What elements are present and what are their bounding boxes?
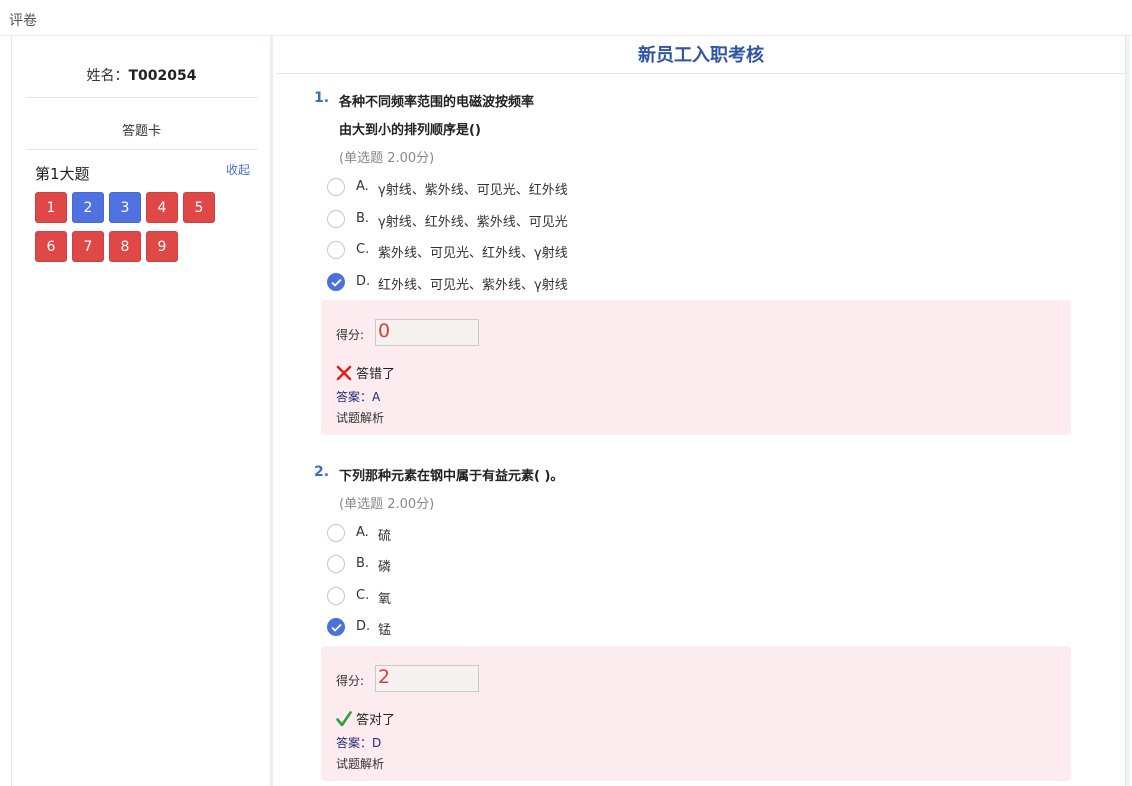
- divider: [26, 149, 258, 150]
- option-d[interactable]: D. 红外线、可见光、紫外线、γ射线: [327, 271, 727, 293]
- score-label: 得分:: [336, 674, 365, 688]
- answer-card-title: 答题卡: [121, 124, 161, 139]
- exam-main: 新员工入职考核 1. 各种不同频率范围的电磁波按频率 由大到小的排列顺序是() …: [276, 36, 1126, 786]
- option-text: 氧: [378, 592, 392, 607]
- status-text: 答错了: [356, 367, 396, 382]
- student-name: 姓名：T002054: [12, 65, 271, 85]
- result-status: 答错了: [336, 363, 395, 385]
- option-text: 磷: [378, 560, 392, 575]
- question-number-button[interactable]: 8: [109, 231, 141, 262]
- option-text: 红外线、可见光、紫外线、γ射线: [378, 278, 568, 293]
- answer-text: 答案：A: [336, 390, 381, 404]
- section-title: 第1大题: [35, 165, 90, 183]
- option-letter: B.: [356, 556, 370, 571]
- question-number-button[interactable]: 9: [146, 231, 178, 262]
- analysis-link[interactable]: 试题解析: [336, 409, 384, 426]
- option-d[interactable]: D. 锰: [327, 616, 627, 638]
- question-number-button[interactable]: 5: [183, 192, 215, 223]
- question-number-button[interactable]: 2: [72, 192, 104, 223]
- result-panel: 得分: 2 答对了 答案：D 试题解析: [321, 646, 1071, 781]
- radio-button[interactable]: [327, 241, 345, 259]
- question-text: 下列那种元素在钢中属于有益元素( )。: [339, 469, 564, 484]
- question-number-button[interactable]: 1: [35, 192, 67, 223]
- option-c[interactable]: C. 紫外线、可见光、红外线、γ射线: [327, 239, 727, 261]
- result-panel: 得分: 0 答错了 答案：A 试题解析: [321, 300, 1071, 435]
- score-input[interactable]: 0: [375, 319, 479, 346]
- radio-button[interactable]: [327, 587, 345, 605]
- option-letter: D.: [356, 274, 371, 289]
- question-number: 1.: [314, 90, 330, 106]
- score-value: 2: [378, 666, 391, 688]
- page-title: 评卷: [9, 13, 37, 29]
- collapse-link[interactable]: 收起: [226, 161, 250, 178]
- answer-text: 答案：D: [336, 736, 382, 750]
- question-text-line2: 由大到小的排列顺序是(): [339, 123, 481, 138]
- option-text: γ射线、红外线、紫外线、可见光: [378, 215, 568, 230]
- score-label: 得分:: [336, 328, 365, 342]
- option-letter: D.: [356, 619, 371, 634]
- analysis-link[interactable]: 试题解析: [336, 755, 384, 772]
- question-text: 各种不同频率范围的电磁波按频率: [339, 95, 535, 110]
- top-bar: 评卷: [0, 0, 1132, 36]
- wrong-x-icon: [336, 365, 352, 385]
- status-text: 答对了: [356, 713, 396, 728]
- question-number: 2.: [314, 464, 330, 480]
- name-label: 姓名：: [86, 68, 129, 84]
- question-number-button[interactable]: 3: [109, 192, 141, 223]
- radio-button[interactable]: [327, 178, 345, 196]
- question-number-button[interactable]: 7: [72, 231, 104, 262]
- radio-button[interactable]: [327, 210, 345, 228]
- score-input[interactable]: 2: [375, 665, 479, 692]
- question-meta: (单选题 2.00分): [339, 497, 435, 512]
- option-letter: C.: [356, 588, 370, 603]
- question-number-button[interactable]: 4: [146, 192, 178, 223]
- answer-card-sidebar: 姓名：T002054 答题卡 第1大题 收起 12345 6789: [11, 36, 273, 786]
- option-text: 硫: [378, 529, 392, 544]
- question-number-button[interactable]: 6: [35, 231, 67, 262]
- radio-button[interactable]: [327, 555, 345, 573]
- option-c[interactable]: C. 氧: [327, 585, 627, 607]
- option-letter: A.: [356, 179, 369, 194]
- radio-checked-icon[interactable]: [327, 273, 345, 291]
- radio-checked-icon[interactable]: [327, 618, 345, 636]
- option-b[interactable]: B. 磷: [327, 553, 627, 575]
- scrollbar-track[interactable]: [1126, 36, 1130, 786]
- divider: [276, 73, 1126, 74]
- option-letter: B.: [356, 211, 370, 226]
- option-a[interactable]: A. γ射线、紫外线、可见光、红外线: [327, 176, 727, 198]
- question-meta: (单选题 2.00分): [339, 151, 435, 166]
- option-text: 锰: [378, 623, 392, 638]
- option-letter: A.: [356, 525, 369, 540]
- option-a[interactable]: A. 硫: [327, 522, 627, 544]
- score-value: 0: [378, 320, 391, 342]
- radio-button[interactable]: [327, 524, 345, 542]
- result-status: 答对了: [336, 709, 395, 731]
- option-letter: C.: [356, 242, 370, 257]
- option-b[interactable]: B. γ射线、红外线、紫外线、可见光: [327, 208, 727, 230]
- check-mark-icon: [336, 710, 352, 731]
- option-text: γ射线、紫外线、可见光、红外线: [378, 183, 568, 198]
- name-value: T002054: [128, 68, 197, 84]
- exam-title: 新员工入职考核: [638, 45, 764, 66]
- divider: [26, 97, 258, 98]
- option-text: 紫外线、可见光、红外线、γ射线: [378, 246, 568, 261]
